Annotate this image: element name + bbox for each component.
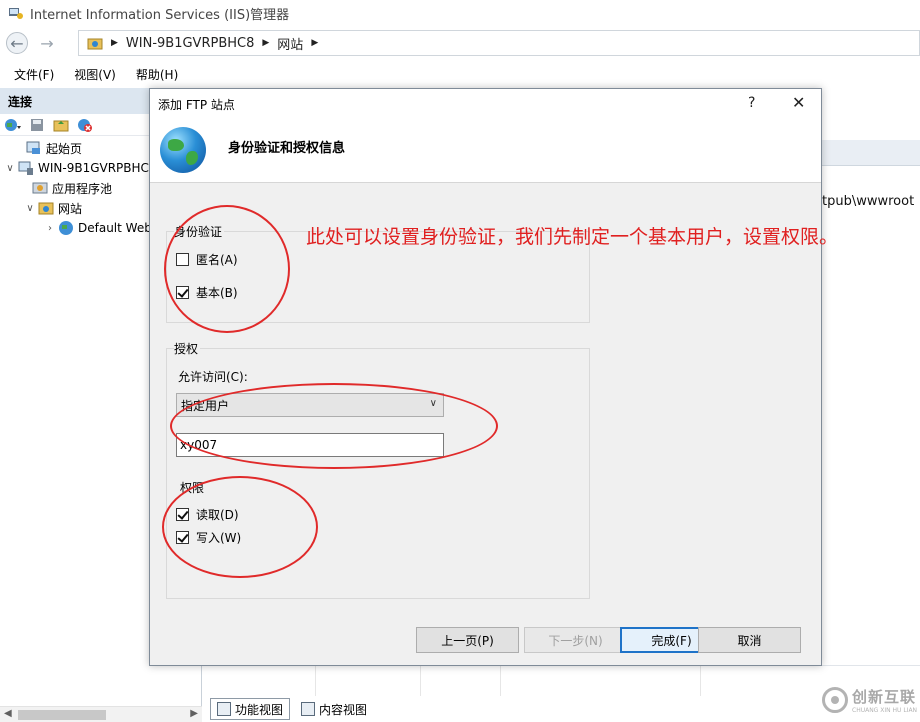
close-button[interactable]: ✕ — [792, 93, 805, 112]
dialog-titlebar: 添加 FTP 站点 — [150, 89, 821, 119]
sites-folder-icon — [38, 202, 54, 215]
menu-file[interactable]: 文件(F) — [14, 66, 54, 83]
tree-item-label: 应用程序池 — [52, 181, 113, 196]
globe-icon — [59, 221, 73, 235]
watermark-title: 创新互联 — [852, 688, 917, 706]
scroll-left-icon[interactable]: ◀ — [4, 708, 12, 719]
help-button[interactable]: ? — [748, 95, 755, 111]
tree-item-sites[interactable]: ∨ 网站 — [24, 198, 82, 218]
site-list-row — [205, 665, 920, 696]
app-pool-icon — [32, 182, 48, 194]
annotation-circle-permissions — [162, 476, 318, 578]
tree-item-label: Default Web — [78, 221, 152, 235]
crumb-separator-icon: ▶ — [311, 38, 319, 48]
tree-item-server[interactable]: ∨ WIN-9B1GVRPBHC8 — [4, 158, 157, 178]
cancel-button[interactable]: 取消 — [698, 627, 801, 653]
scrollbar-thumb[interactable] — [18, 710, 106, 720]
tree-item-label: 网站 — [58, 201, 83, 216]
window-titlebar: Internet Information Services (IIS)管理器 — [0, 0, 920, 26]
horizontal-scrollbar[interactable]: ◀ ▶ — [0, 706, 202, 722]
menu-help[interactable]: 帮助(H) — [136, 66, 178, 83]
back-button[interactable]: ← — [6, 32, 28, 54]
start-page-icon — [26, 141, 40, 154]
sites-folder-icon — [87, 38, 103, 50]
dialog-header: 身份验证和授权信息 — [150, 119, 821, 183]
add-ftp-site-dialog: 添加 FTP 站点 ? ✕ 身份验证和授权信息 身份验证 匿名(A) 基本(B)… — [149, 88, 822, 666]
tab-features-view[interactable]: 功能视图 — [210, 698, 291, 720]
allow-access-label: 允许访问(C): — [178, 370, 248, 384]
forward-button[interactable]: → — [36, 32, 58, 54]
breadcrumb-server[interactable]: WIN-9B1GVRPBHC8 — [126, 36, 254, 51]
tree-item-label: 起始页 — [46, 141, 83, 156]
tree-item-start-page[interactable]: 起始页 — [12, 138, 82, 158]
tree-item-label: WIN-9B1GVRPBHC8 — [38, 161, 157, 175]
breadcrumb-sites[interactable]: 网站 — [277, 34, 303, 53]
collapse-chevron-icon[interactable]: ∨ — [4, 163, 16, 174]
watermark-icon — [822, 687, 848, 713]
site-path-text: tpub\wwwroot — [822, 194, 915, 209]
tab-content-view[interactable]: 内容视图 — [294, 698, 374, 720]
crumb-separator-icon: ▶ — [262, 38, 270, 48]
expand-chevron-icon[interactable]: › — [44, 223, 56, 234]
content-view-icon — [301, 702, 316, 716]
menu-view[interactable]: 视图(V) — [74, 66, 116, 83]
tree-item-default-web[interactable]: › Default Web — [44, 218, 152, 238]
breadcrumb[interactable]: ▶ WIN-9B1GVRPBHC8 ▶ 网站 ▶ — [78, 30, 920, 56]
watermark-subtitle: CHUANG XIN HU LIAN — [852, 707, 918, 714]
iis-app-icon — [9, 8, 23, 19]
annotation-circle-user — [170, 383, 498, 469]
watermark-logo: 创新互联 CHUANG XIN HU LIAN — [822, 686, 917, 714]
window-title: Internet Information Services (IIS)管理器 — [30, 7, 290, 23]
connect-globe-icon[interactable] — [4, 117, 22, 133]
features-view-icon — [217, 702, 231, 716]
menu-bar: 文件(F) 视图(V) 帮助(H) — [0, 62, 920, 86]
next-button[interactable]: 下一步(N) — [524, 627, 627, 653]
save-icon[interactable] — [28, 117, 46, 133]
server-icon — [18, 161, 33, 175]
tree-item-app-pools[interactable]: 应用程序池 — [32, 178, 112, 198]
crumb-separator-icon: ▶ — [111, 38, 118, 48]
globe-icon — [160, 127, 206, 173]
dialog-title: 添加 FTP 站点 — [158, 97, 235, 112]
scroll-right-icon[interactable]: ▶ — [190, 708, 198, 719]
collapse-chevron-icon[interactable]: ∨ — [24, 203, 36, 214]
up-folder-icon[interactable] — [52, 117, 70, 133]
dialog-heading: 身份验证和授权信息 — [228, 141, 346, 156]
previous-button[interactable]: 上一页(P) — [416, 627, 519, 653]
authorization-group-label: 授权 — [174, 340, 201, 357]
view-tabs: 功能视图 内容视图 — [210, 696, 374, 722]
annotation-circle-authentication — [164, 205, 290, 333]
disconnect-icon[interactable] — [76, 117, 94, 133]
address-bar: ← → ▶ WIN-9B1GVRPBHC8 ▶ 网站 ▶ — [0, 28, 920, 58]
annotation-text: 此处可以设置身份验证，我们先制定一个基本用户，设置权限。 — [306, 226, 839, 248]
